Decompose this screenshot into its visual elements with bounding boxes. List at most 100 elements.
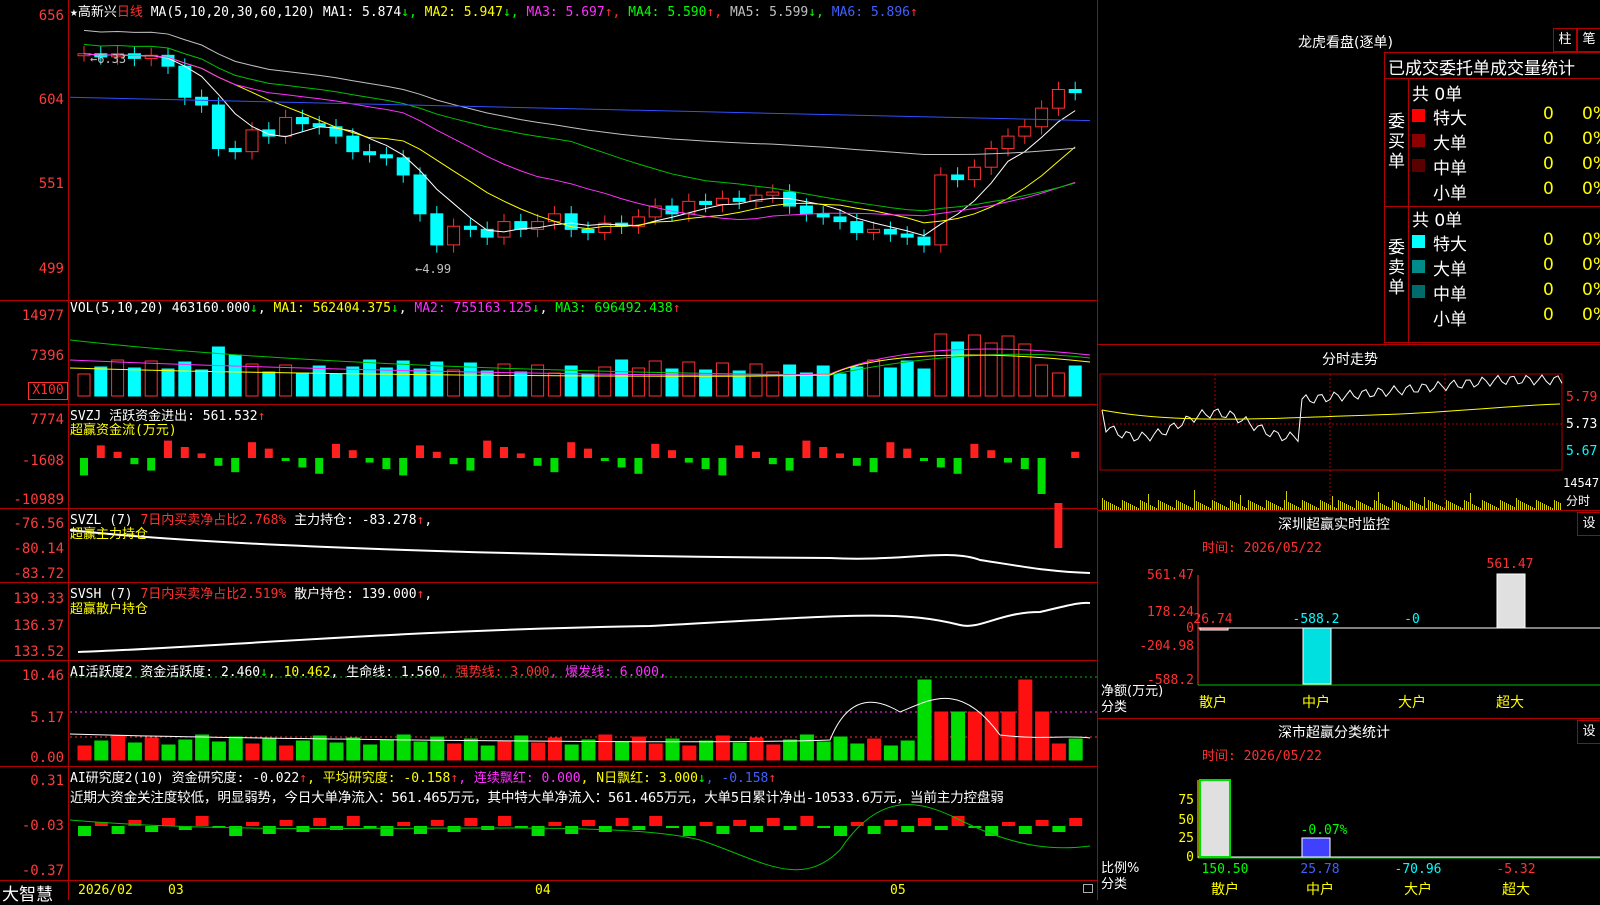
intraday-vol-bar <box>1230 500 1231 510</box>
order-pct: 0% <box>1582 255 1600 275</box>
vol-header: VOL(5,10,20) 463160.000↓, MA1: 562404.37… <box>70 301 681 316</box>
fund-flow-bar <box>382 458 391 469</box>
activity-bar <box>648 743 663 761</box>
sc-stats-title: 深市超赢分类统计 <box>1278 725 1390 741</box>
fund-flow-bar <box>281 458 290 461</box>
fund-flow-bar <box>701 458 710 469</box>
research-bar <box>414 826 427 834</box>
svzj-axis-bot: -10989 <box>13 492 64 508</box>
fund-flow-bar <box>651 443 660 458</box>
vol-unit-badge[interactable]: X100 <box>28 382 68 400</box>
date-label-may: 05 <box>890 883 906 898</box>
volume-bar <box>279 364 293 397</box>
sz-cat-label: 散户 <box>1199 694 1227 711</box>
activity-bar <box>598 734 613 761</box>
activity-bar <box>245 743 260 761</box>
sc-stats-settings-button[interactable]: 设 <box>1577 720 1600 744</box>
volume-bar <box>816 365 830 397</box>
sc-cat-label: 散户 <box>1211 881 1239 898</box>
research-bar <box>430 820 444 826</box>
stock-name: 高新兴 <box>77 5 117 20</box>
fund-flow-bar <box>130 458 139 465</box>
activity-bar <box>463 738 478 761</box>
sz-monitor-settings-button[interactable]: 设 <box>1577 512 1600 536</box>
kline-chart[interactable]: 561.47178.240-204.98-588.226.74散户-588.2中… <box>0 0 1600 900</box>
period-label[interactable]: 日线 <box>117 5 143 20</box>
intraday-vol-bar <box>1506 503 1507 510</box>
research-bar <box>195 816 209 826</box>
ma-value-6: MA6: 5.896 <box>831 5 910 20</box>
activity-bar <box>783 739 798 761</box>
research-line <box>69 804 1091 871</box>
favorite-star-icon[interactable]: ★ <box>70 5 78 20</box>
intraday-vol-bar <box>1122 500 1123 510</box>
activity-bar <box>766 744 781 761</box>
activity-bar <box>111 735 126 761</box>
fund-flow-bar <box>399 458 408 476</box>
intraday-vol-bar <box>1396 502 1397 510</box>
intraday-frame <box>1099 373 1563 471</box>
intraday-vol-bar <box>1392 500 1393 510</box>
research-bar <box>548 822 562 826</box>
activity-bar <box>883 745 898 761</box>
ma4-line <box>83 43 1076 212</box>
order-count: 0 <box>1543 179 1554 199</box>
intraday-vol-bar <box>1240 495 1241 510</box>
candle-body <box>1068 88 1082 94</box>
order-pct: 0% <box>1582 104 1600 124</box>
intraday-vol-bar <box>1482 500 1483 510</box>
volume-bar <box>77 373 91 397</box>
intraday-vol-bar <box>1272 503 1273 510</box>
intraday-vol-bar <box>1142 501 1143 510</box>
research-bar <box>934 826 948 830</box>
svsh-axis-bot: 133.52 <box>13 644 64 660</box>
intraday-vol-bar <box>1488 503 1489 510</box>
candle-body <box>984 148 998 168</box>
candle-body <box>766 191 780 196</box>
ai-active-axis-mid: 5.17 <box>30 710 64 726</box>
intraday-vol-bar <box>1126 502 1127 510</box>
volume-bar <box>917 368 931 397</box>
fund-flow-bar <box>298 458 307 468</box>
volume-bar <box>312 365 326 397</box>
intraday-vol-bar <box>1358 501 1359 510</box>
research-bar <box>1018 826 1032 834</box>
activity-bar <box>211 741 226 761</box>
research-bar <box>783 826 797 830</box>
candle-body <box>732 197 746 202</box>
lock-icon[interactable] <box>1083 884 1093 893</box>
candle-body <box>497 221 511 238</box>
sell-orders-label: 委卖单 <box>1388 238 1405 298</box>
intraday-vol-bar <box>1160 501 1161 510</box>
fund-flow-bar <box>735 445 744 458</box>
vol-value: 463160.000 <box>171 301 251 316</box>
fund-flow-bar <box>332 443 340 458</box>
svzl-axis-top: -76.56 <box>13 516 64 532</box>
candle-body <box>413 174 427 215</box>
sc-stats-time: 时间: 2026/05/22 <box>1202 749 1322 764</box>
intraday-vol-bar <box>1106 501 1107 510</box>
intraday-vol-bar <box>1270 502 1271 510</box>
order-count: 0 <box>1543 104 1554 124</box>
activity-bar <box>631 736 646 761</box>
intraday-vol-bar <box>1322 501 1323 510</box>
bar-mode-button[interactable]: 柱 <box>1553 28 1577 52</box>
intraday-vol-bar <box>1286 491 1287 510</box>
intraday-vol-bar <box>1518 500 1519 510</box>
vol-ma2: MA2: 755163.125 <box>414 301 532 316</box>
research-bar <box>1052 826 1066 832</box>
order-pct: 0% <box>1582 230 1600 250</box>
candle-body <box>211 104 225 150</box>
fund-flow-bar <box>718 458 727 476</box>
volume-bar <box>581 373 595 397</box>
order-stats-tabs[interactable]: 已成交委托单成交量统计 <box>1388 54 1575 79</box>
fund-flow-bar <box>1037 458 1046 494</box>
activity-bar <box>312 735 327 761</box>
tick-mode-button[interactable]: 笔 <box>1577 28 1600 52</box>
intraday-vol-bar <box>1178 501 1179 510</box>
intraday-vol-bar <box>1140 500 1141 510</box>
fund-flow-bar <box>80 458 88 476</box>
sz-value-label: 26.74 <box>1193 612 1232 627</box>
fund-flow-bar <box>483 440 492 458</box>
vol-ma1: MA1: 562404.375 <box>273 301 391 316</box>
